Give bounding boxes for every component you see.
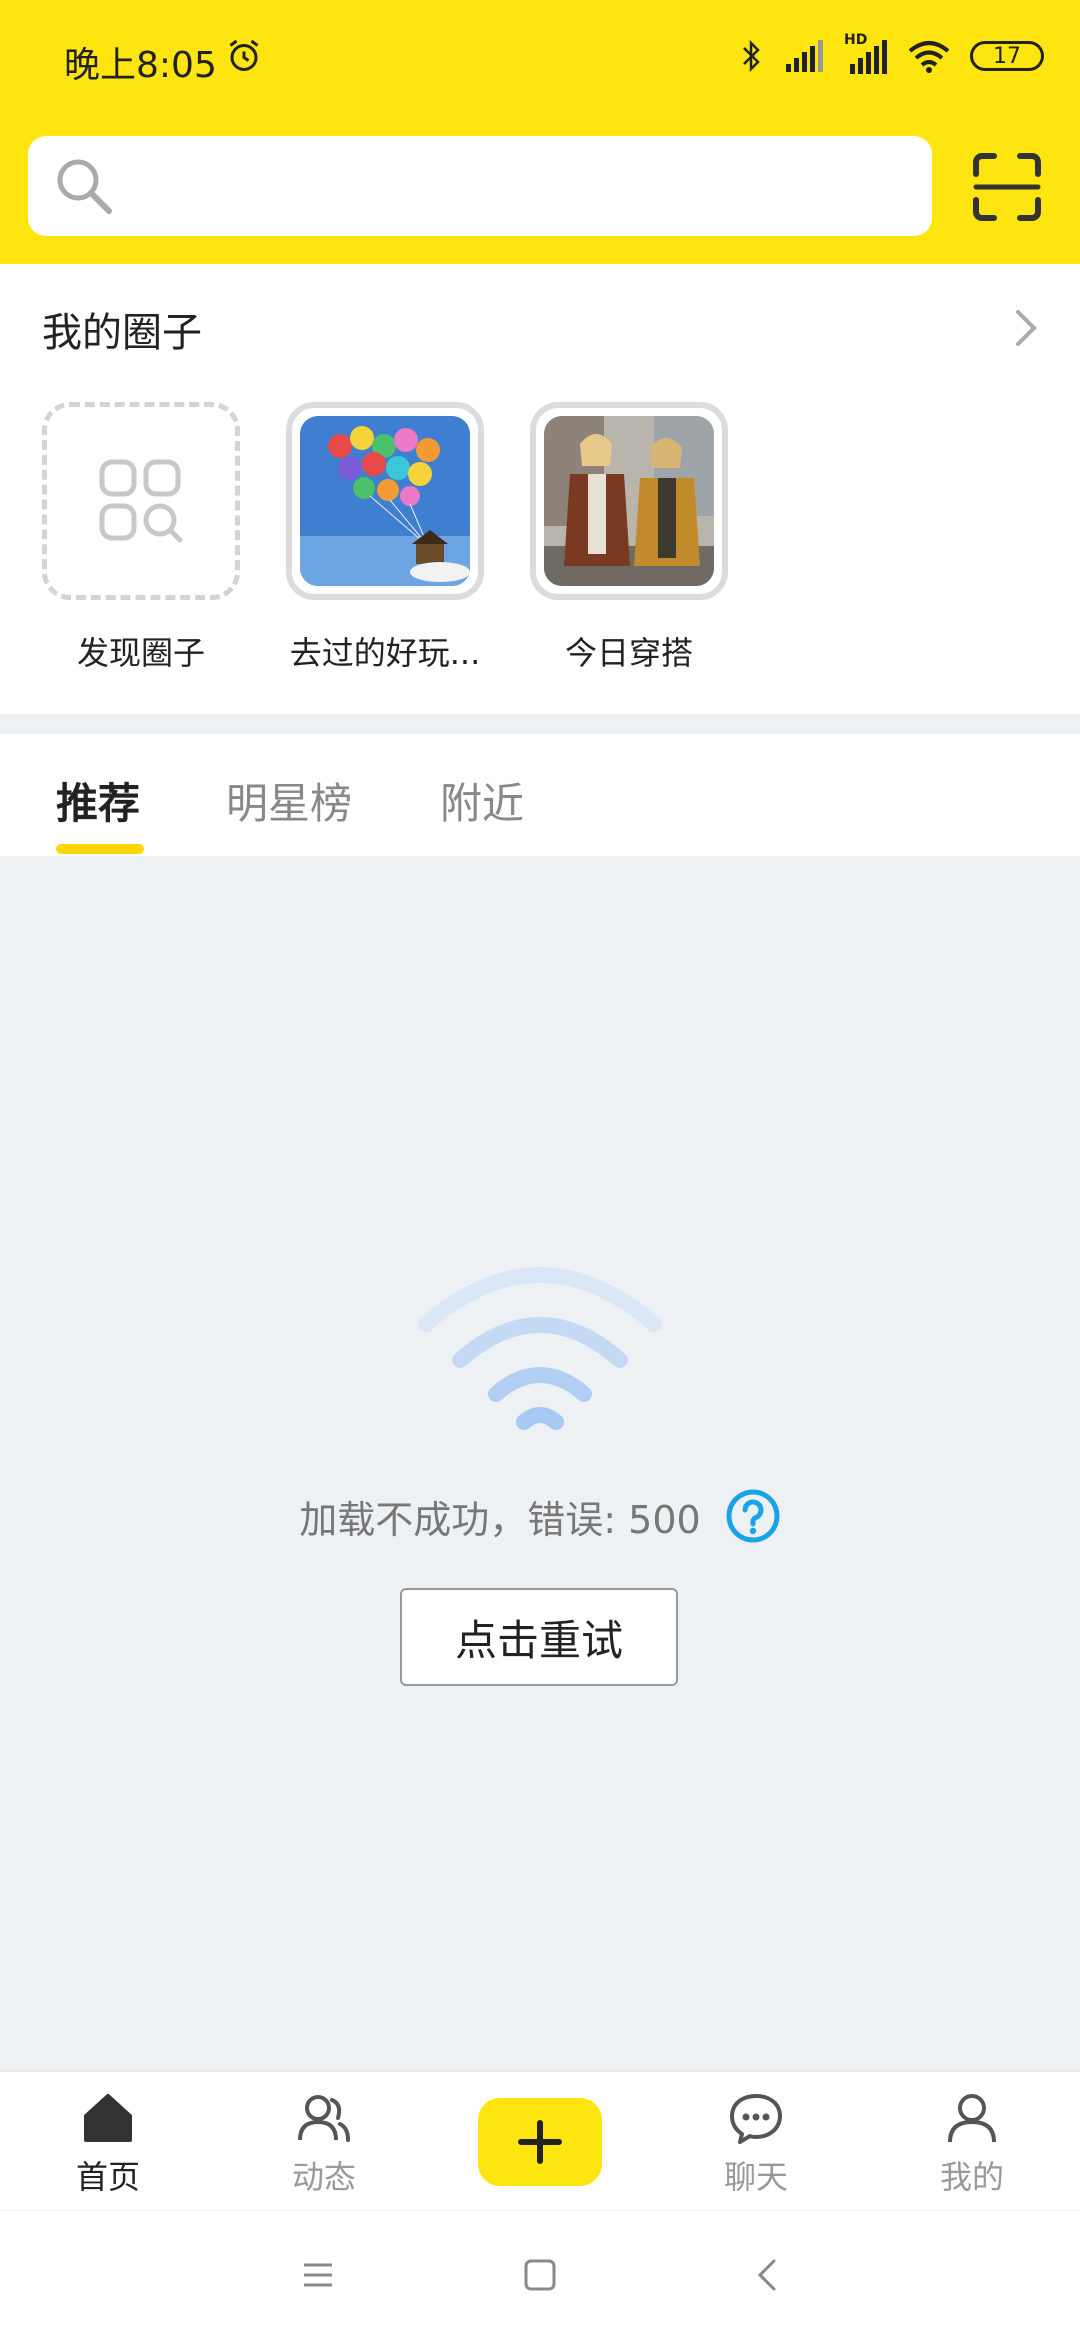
app-header: 晚上8:05 HD 17 [0,0,1080,264]
balloon-house-image [300,416,470,586]
bottom-nav: 首页 动态 聊天 我的 [0,2070,1080,2210]
home-square-icon[interactable] [520,2255,560,2295]
profile-icon [948,2094,996,2143]
help-icon[interactable] [725,1488,781,1544]
tab-star-ranking[interactable]: 明星榜 [226,770,352,831]
nav-me-label: 我的 [939,2158,1004,2196]
back-icon[interactable] [748,2255,788,2295]
nav-feed[interactable]: 动态 [254,2090,394,2198]
circle-item-outfit[interactable]: 今日穿搭 [530,402,728,674]
nav-feed-label: 动态 [291,2158,356,2196]
tab-recommend[interactable]: 推荐 [56,770,140,831]
plus-icon [518,2120,562,2164]
menu-icon[interactable] [298,2255,338,2295]
search-icon [57,159,112,214]
error-message-row: 加载不成功，错误: 500 [0,1488,1080,1544]
discover-circle-tile[interactable] [42,402,240,600]
nav-home-label: 首页 [75,2158,140,2196]
two-women-fashion-photo [544,416,714,586]
status-time: 晚上8:05 [64,45,217,86]
circle-item-fun-places[interactable]: 去过的好玩... [286,402,484,674]
chevron-right-icon[interactable] [1012,306,1042,350]
system-nav-bar [0,2210,1080,2340]
balloon-house-photo [300,416,470,586]
signal-hd-icon [850,40,887,74]
nav-home[interactable]: 首页 [38,2090,178,2198]
hd-signal: HD [844,32,888,74]
fashion-image [544,416,714,586]
circle-item-discover[interactable]: 发现圈子 [42,402,240,674]
nav-chat[interactable]: 聊天 [686,2090,826,2198]
my-circles-title: 我的圈子 [42,310,202,356]
circle-thumbnail[interactable] [286,402,484,600]
status-bar: 晚上8:05 HD 17 [0,0,1080,120]
discover-circle-icon [99,459,183,543]
error-message: 加载不成功，错误: 500 [299,1497,701,1542]
circle-thumbnail[interactable] [530,402,728,600]
tab-indicator [56,844,144,854]
my-circles-section: 我的圈子 发现圈子 去过的好玩... 今日穿搭 [0,264,1080,714]
bluetooth-icon [743,39,760,73]
feed-tabs: 推荐 明星榜 附近 [0,734,1080,856]
signal-icon [786,40,823,72]
scan-icon[interactable] [972,152,1042,222]
circle-item-label: 发现圈子 [76,634,205,672]
nav-me[interactable]: 我的 [902,2090,1042,2198]
alarm-icon [229,39,259,71]
chat-icon [730,2094,782,2144]
home-icon [84,2094,132,2142]
nav-chat-label: 聊天 [723,2158,788,2196]
status-indicators: HD 17 [740,32,1044,76]
search-input[interactable] [28,136,932,236]
users-icon [298,2095,350,2142]
circle-item-label: 今日穿搭 [564,634,693,672]
circle-item-label: 去过的好玩... [289,634,481,672]
wifi-error-icon [418,1267,662,1430]
tab-nearby[interactable]: 附近 [440,770,524,831]
battery-level: 17 [993,43,1021,69]
battery-indicator: 17 [970,41,1044,71]
add-post-button[interactable] [478,2098,602,2186]
retry-button[interactable]: 点击重试 [400,1588,678,1686]
wifi-status-icon [908,41,950,73]
